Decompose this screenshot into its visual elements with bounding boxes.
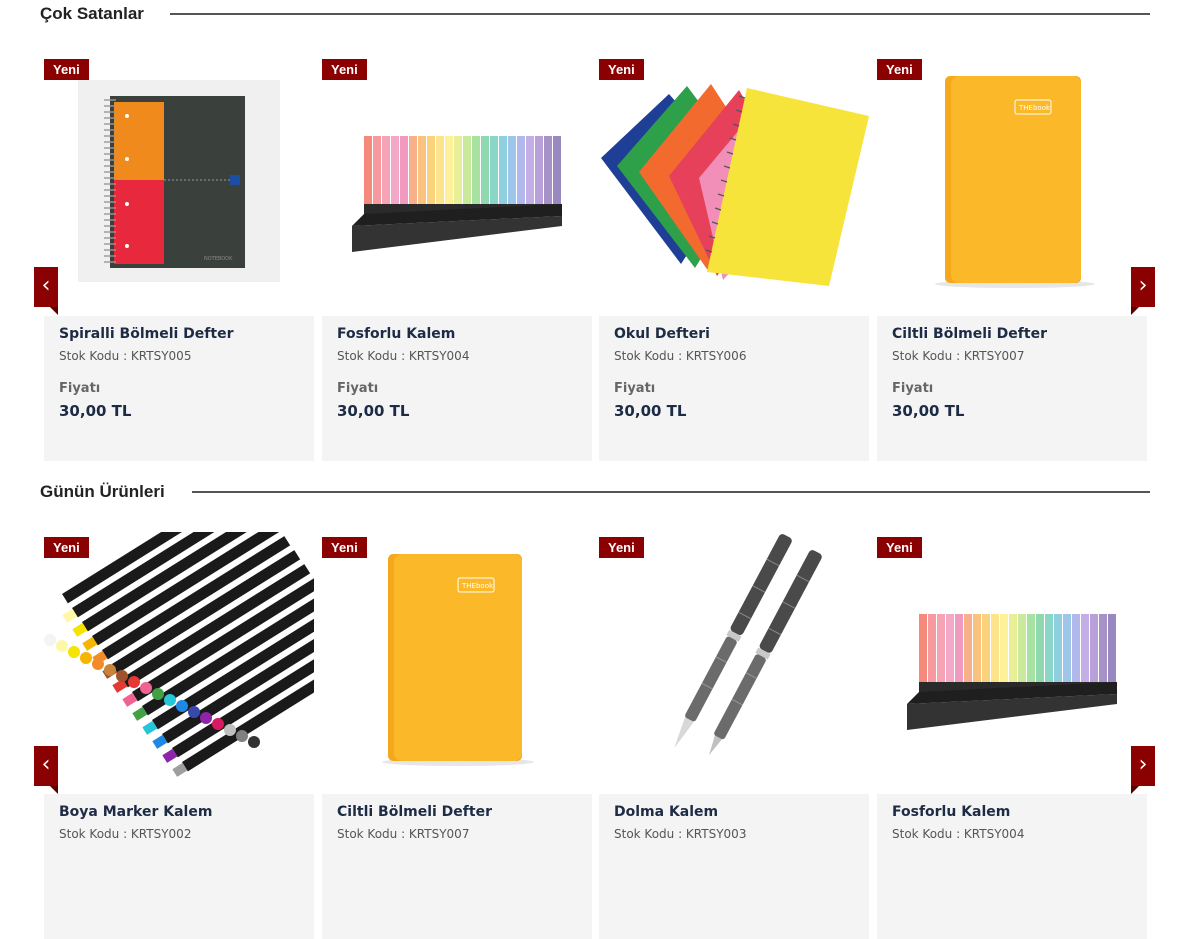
carousel-prev-button[interactable]: ‹ [34,267,58,315]
hardcover-notebook-icon: THEbook [935,76,1095,288]
section-title: Çok Satanlar [40,4,144,23]
product-image[interactable] [599,54,869,309]
product-info: Ciltli Bölmeli Defter Stok Kodu : KRTSY0… [877,316,1147,461]
product-info: Boya Marker Kalem Stok Kodu : KRTSY002 [44,794,314,939]
section-header: Çok Satanlar [40,4,1150,26]
product-image[interactable] [322,54,592,309]
product-info: Okul Defteri Stok Kodu : KRTSY006 Fiyatı… [599,316,869,461]
section-divider [170,13,1150,15]
new-badge: Yeni [44,59,89,80]
product-code: Stok Kodu : KRTSY007 [337,827,470,841]
section-header: Günün Ürünleri [40,482,1150,504]
product-name[interactable]: Fosforlu Kalem [892,804,1010,820]
highlighter-set-icon [352,136,562,252]
hardcover-notebook-icon: THEbook [382,554,534,766]
new-badge: Yeni [877,537,922,558]
section-title: Günün Ürünleri [40,482,165,501]
product-price: 30,00 TL [59,402,132,420]
price-label: Fiyatı [892,381,934,396]
product-name[interactable]: Okul Defteri [614,326,710,342]
product-info: Fosforlu Kalem Stok Kodu : KRTSY004 Fiya… [322,316,592,461]
product-name[interactable]: Ciltli Bölmeli Defter [892,326,1047,342]
product-image[interactable] [44,488,371,787]
school-notebooks-icon [601,84,869,286]
price-label: Fiyatı [337,381,379,396]
product-image[interactable] [877,532,1147,787]
product-info: Dolma Kalem Stok Kodu : KRTSY003 [599,794,869,939]
product-code: Stok Kodu : KRTSY005 [59,349,192,363]
fountain-pens-icon [674,534,822,756]
product-info: Ciltli Bölmeli Defter Stok Kodu : KRTSY0… [322,794,592,939]
highlighter-set-icon [907,614,1117,730]
price-label: Fiyatı [614,381,656,396]
new-badge: Yeni [322,537,367,558]
product-name[interactable]: Dolma Kalem [614,804,718,820]
product-price: 30,00 TL [614,402,687,420]
product-image[interactable]: THEbook [877,54,1147,309]
product-name[interactable]: Boya Marker Kalem [59,804,212,820]
product-image[interactable]: THEbook [322,532,592,787]
product-image[interactable] [599,532,869,787]
spiral-notebook-icon: NOTEBOOK [78,80,280,282]
carousel-next-button[interactable]: › [1131,746,1155,794]
product-code: Stok Kodu : KRTSY007 [892,349,1025,363]
product-info: Fosforlu Kalem Stok Kodu : KRTSY004 [877,794,1147,939]
book-label: THEbook [461,582,494,590]
price-label: Fiyatı [59,381,101,396]
product-price: 30,00 TL [892,402,965,420]
product-image[interactable]: NOTEBOOK [44,54,314,309]
product-name[interactable]: Ciltli Bölmeli Defter [337,804,492,820]
new-badge: Yeni [599,59,644,80]
book-label: THEbook [1018,104,1051,112]
product-name[interactable]: Spiralli Bölmeli Defter [59,326,233,342]
product-info: Spiralli Bölmeli Defter Stok Kodu : KRTS… [44,316,314,461]
notebook-label: NOTEBOOK [204,256,233,262]
new-badge: Yeni [877,59,922,80]
product-price: 30,00 TL [337,402,410,420]
new-badge: Yeni [599,537,644,558]
carousel-prev-button[interactable]: ‹ [34,746,58,794]
product-code: Stok Kodu : KRTSY003 [614,827,747,841]
new-badge: Yeni [44,537,89,558]
product-code: Stok Kodu : KRTSY004 [337,349,470,363]
product-code: Stok Kodu : KRTSY002 [59,827,192,841]
new-badge: Yeni [322,59,367,80]
product-code: Stok Kodu : KRTSY006 [614,349,747,363]
product-name[interactable]: Fosforlu Kalem [337,326,455,342]
section-divider [192,491,1150,493]
paint-markers-icon [44,488,371,777]
carousel-next-button[interactable]: › [1131,267,1155,315]
product-code: Stok Kodu : KRTSY004 [892,827,1025,841]
